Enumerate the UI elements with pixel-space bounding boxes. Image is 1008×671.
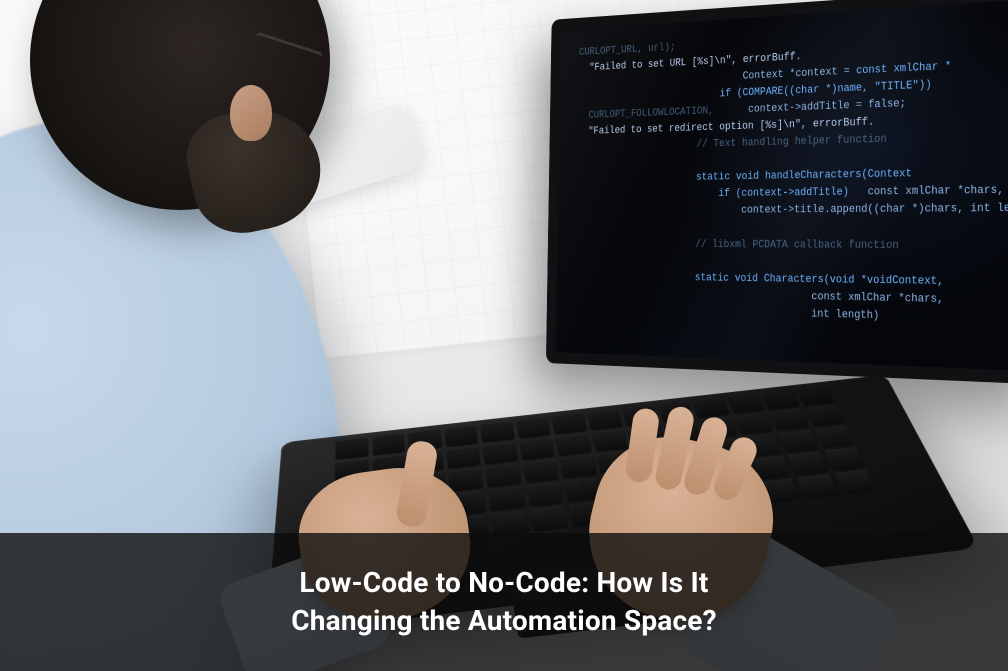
code-line: if (context->addTitle) bbox=[718, 187, 849, 201]
article-title: Low-Code to No-Code: How Is It Changing … bbox=[291, 564, 716, 640]
caption-bar: Low-Code to No-Code: How Is It Changing … bbox=[0, 533, 1008, 671]
code-line: int length) bbox=[811, 308, 879, 322]
article-hero: CURLOPT_URL, url); "Failed to set URL [%… bbox=[0, 0, 1008, 671]
code-line: CURLOPT_URL, url); bbox=[579, 42, 675, 59]
code-line: context->title.append((char *)chars, int… bbox=[741, 203, 1008, 217]
code-line: static void handleCharacters(Context bbox=[696, 168, 912, 184]
code-line: context->addTitle = false; bbox=[748, 98, 906, 116]
code-line: CURLOPT_FOLLOWLOCATION, bbox=[588, 106, 713, 122]
laptop-screen: CURLOPT_URL, url); "Failed to set URL [%… bbox=[546, 0, 1008, 385]
code-line: // libxml PCDATA callback function bbox=[695, 239, 899, 252]
code-line: const xmlChar * bbox=[856, 61, 951, 78]
code-line: const xmlChar *chars, bbox=[868, 185, 1004, 199]
code-line: const xmlChar *chars, bbox=[811, 291, 943, 306]
code-line: Context *context = bbox=[743, 65, 856, 82]
code-line: // Text handling helper function bbox=[696, 134, 886, 151]
title-line-1: Low-Code to No-Code: How Is It bbox=[299, 566, 708, 599]
code-line: static void Characters(void *voidContext… bbox=[695, 272, 944, 288]
code-editor: CURLOPT_URL, url); "Failed to set URL [%… bbox=[555, 0, 1008, 371]
title-line-2: Changing the Automation Space? bbox=[291, 604, 716, 637]
